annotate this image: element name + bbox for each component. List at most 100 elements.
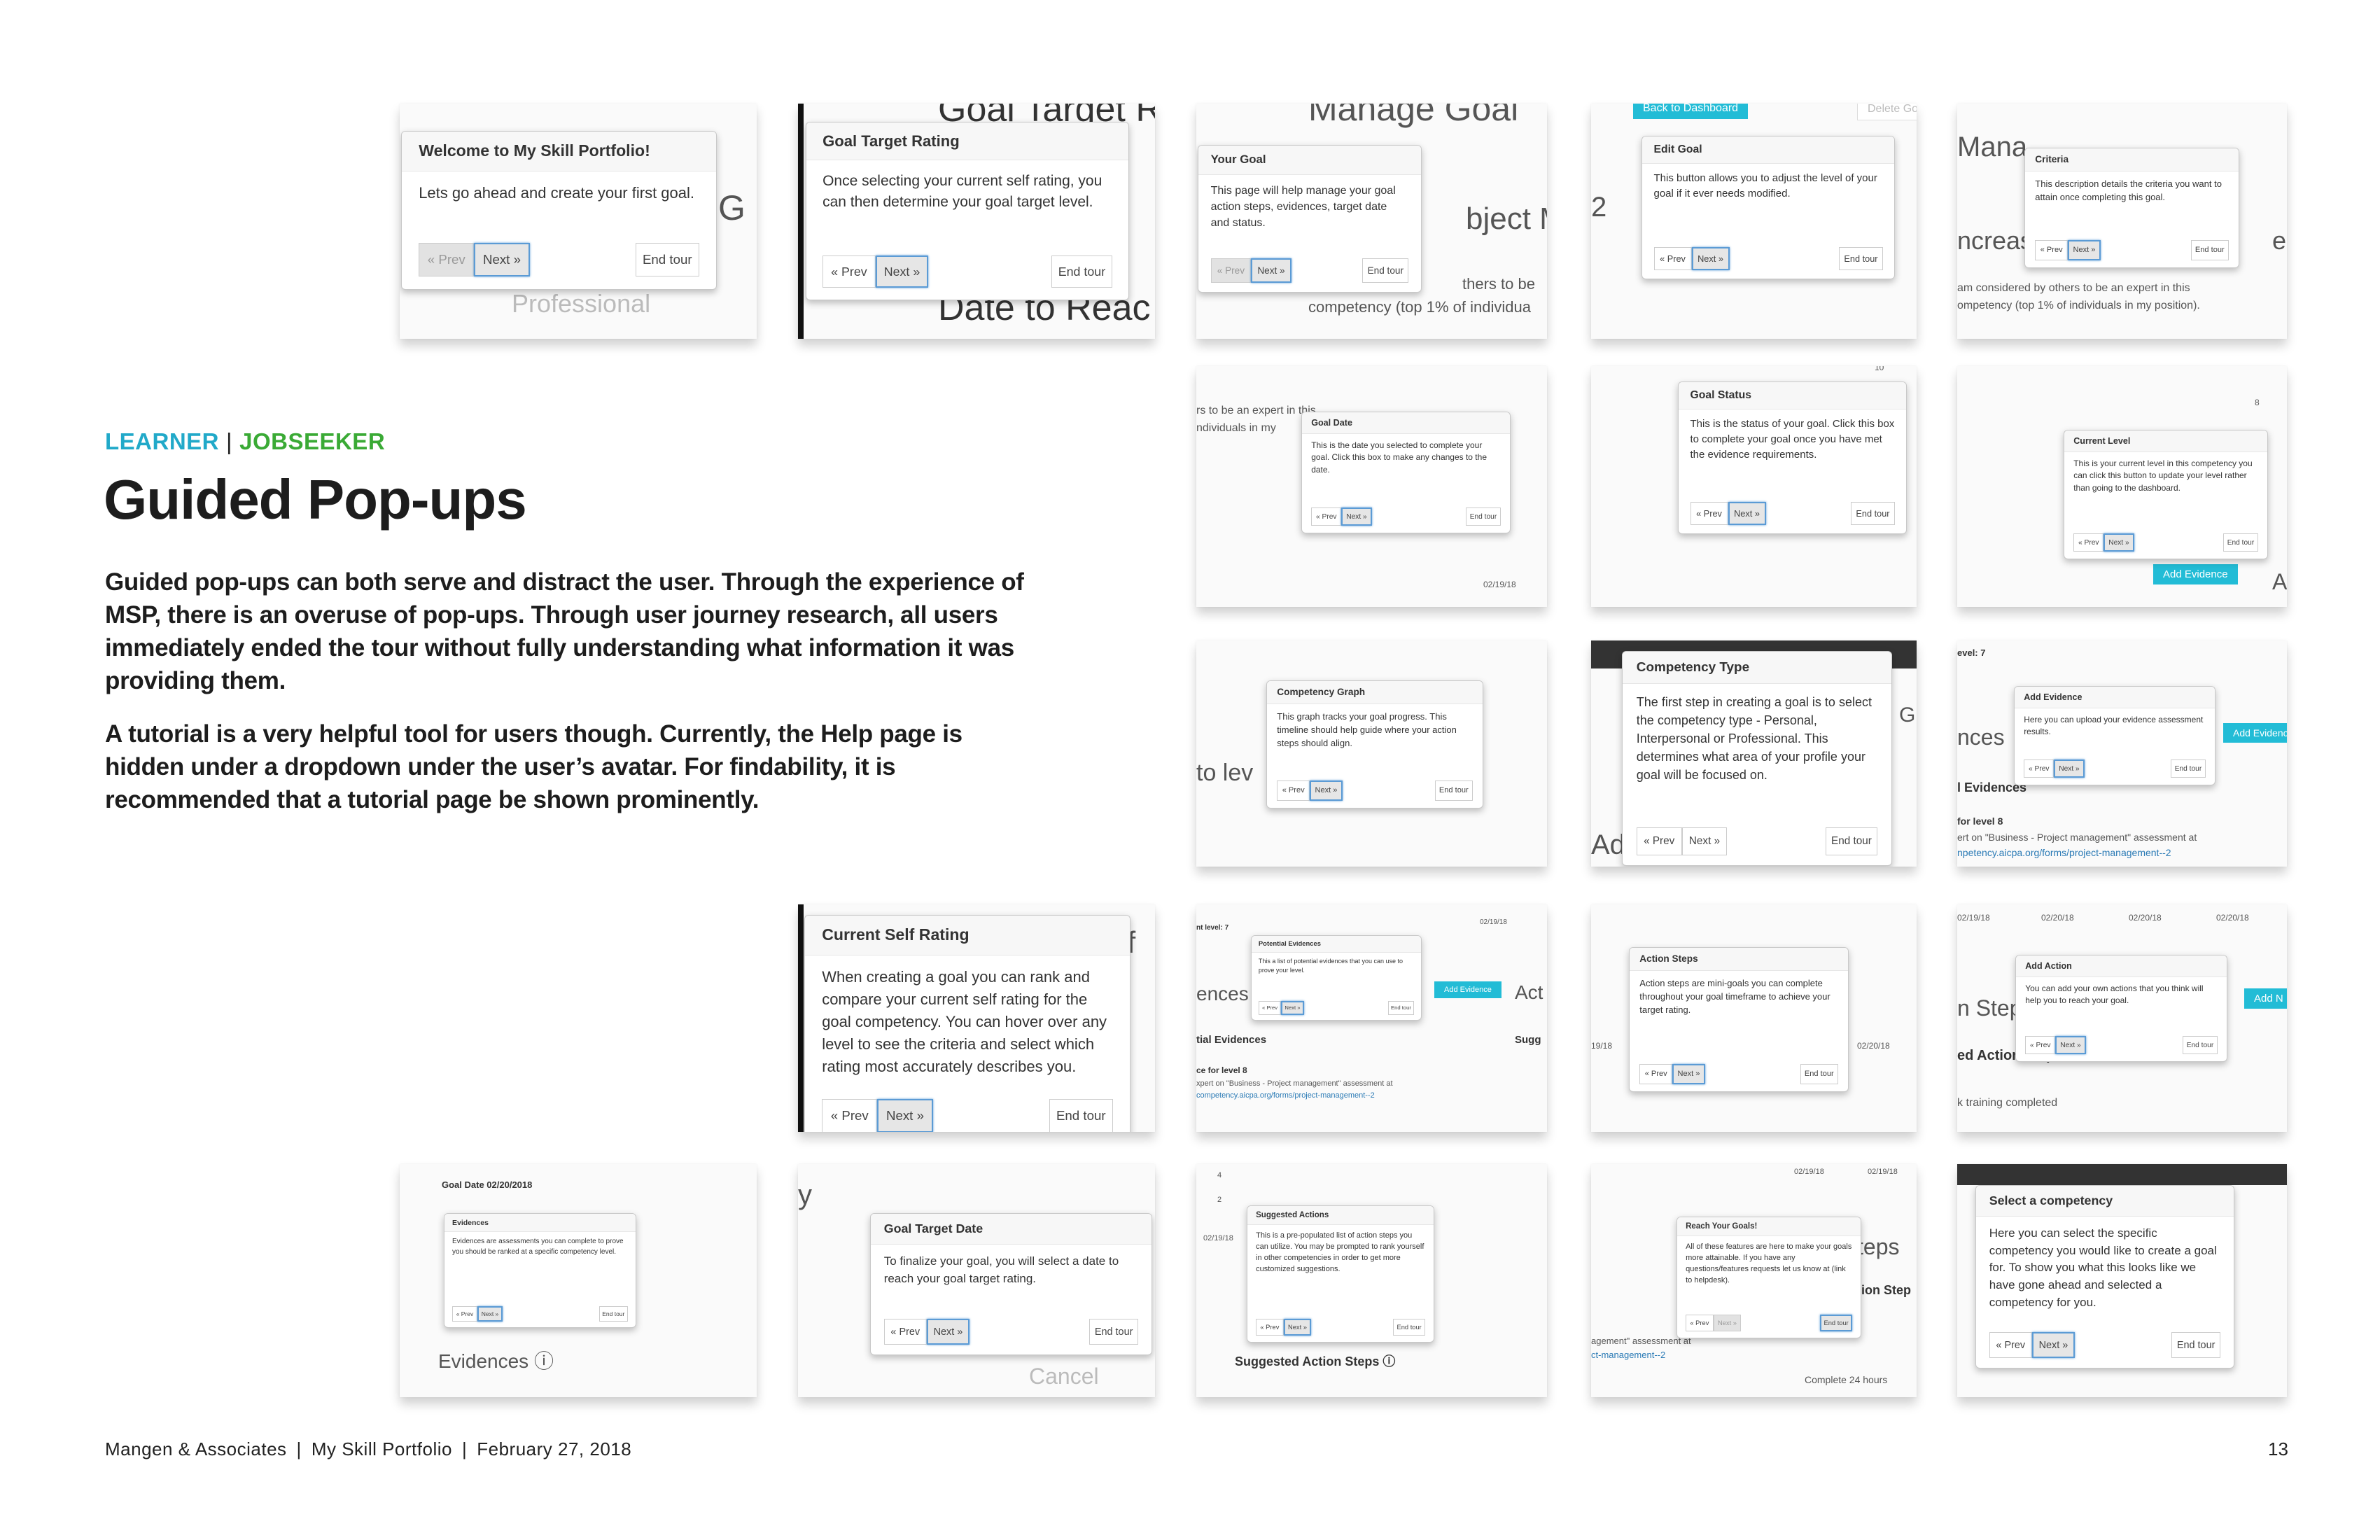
prev-button[interactable]: « Prev (1258, 1001, 1282, 1015)
end-tour-button[interactable]: End tour (1387, 1001, 1415, 1015)
next-button[interactable]: Next » (1310, 780, 1343, 801)
prev-button[interactable]: « Prev (822, 1099, 878, 1132)
prev-button[interactable]: « Prev (2073, 533, 2104, 552)
end-tour-button[interactable]: End tour (1393, 1319, 1425, 1336)
prev-button[interactable]: « Prev (452, 1306, 477, 1322)
prev-next-group: « Prev Next » (1636, 827, 1728, 855)
prev-button[interactable]: « Prev (2024, 760, 2054, 778)
end-tour-button[interactable]: End tour (2223, 533, 2258, 552)
end-tour-button[interactable]: End tour (1362, 258, 1409, 284)
paragraph-2: A tutorial is a very helpful tool for us… (105, 720, 962, 813)
tour-popover: Suggested Actions This is a pre-populated… (1247, 1205, 1434, 1343)
end-tour-button[interactable]: End tour (1434, 780, 1473, 801)
popover-title: Current Self Rating (805, 916, 1130, 955)
end-tour-button[interactable]: End tour (2190, 240, 2229, 260)
end-tour-button[interactable]: End tour (1051, 255, 1112, 288)
background-text: Cancel (1029, 1364, 1099, 1389)
background-text: ndividuals in my (1196, 422, 1276, 434)
prev-button[interactable]: « Prev (1256, 1319, 1284, 1336)
popover-body: This is a pre-populated list of action s… (1256, 1231, 1424, 1273)
prev-button[interactable]: « Prev (419, 243, 475, 277)
popover-title: Goal Date (1302, 412, 1510, 434)
end-tour-button[interactable]: End tour (2171, 760, 2206, 778)
next-button[interactable]: Next » (1341, 507, 1372, 526)
next-button[interactable]: Next » (2055, 1036, 2086, 1055)
end-tour-button[interactable]: End tour (1839, 247, 1883, 270)
prev-button[interactable]: « Prev (1686, 1315, 1714, 1332)
next-button[interactable]: Next » (2054, 760, 2085, 778)
footer-company: Mangen & Associates (105, 1438, 287, 1460)
popover-footer: « Prev Next » End tour (2073, 533, 2258, 552)
tour-popover: Action Steps Action steps are mini-goals … (1629, 947, 1849, 1092)
popover-title: Criteria (2025, 148, 2239, 172)
prev-button[interactable]: « Prev (1690, 502, 1728, 525)
prev-button[interactable]: « Prev (822, 255, 876, 288)
next-button[interactable]: Next » (1672, 1064, 1705, 1084)
next-button[interactable]: Next » (875, 255, 929, 288)
end-tour-button[interactable]: End tour (2171, 1332, 2221, 1359)
next-button[interactable]: Next » (1251, 258, 1292, 284)
outline-button[interactable]: Delete Goal (1857, 104, 1917, 120)
teal-button[interactable]: Add Evidence (1434, 981, 1502, 998)
end-tour-button[interactable]: End tour (1851, 502, 1895, 525)
prev-button[interactable]: « Prev (1210, 258, 1252, 284)
next-button[interactable]: Next » (474, 243, 530, 277)
prev-button[interactable]: « Prev (1636, 827, 1682, 855)
prev-button[interactable]: « Prev (2035, 240, 2068, 260)
end-tour-button[interactable]: End tour (1049, 1099, 1113, 1132)
prev-next-group: « Prev Next » (419, 243, 530, 277)
end-tour-button[interactable]: End tour (1466, 507, 1501, 526)
background-text: ent (2272, 226, 2287, 255)
end-tour-button[interactable]: End tour (1820, 1315, 1852, 1332)
end-tour-button[interactable]: End tour (2183, 1036, 2218, 1055)
next-button[interactable]: Next » (1281, 1001, 1304, 1015)
next-button[interactable]: Next » (1283, 1319, 1312, 1336)
background-text: 02/19/18 (1203, 1234, 1233, 1242)
tour-popover: Welcome to My Skill Portfolio! Lets go ah… (401, 131, 717, 290)
tour-popover: Goal Target Rating Once selecting your cu… (806, 122, 1129, 300)
next-button[interactable]: Next » (2104, 533, 2134, 552)
prev-button[interactable]: « Prev (1311, 507, 1342, 526)
prev-button[interactable]: « Prev (1989, 1332, 2032, 1359)
tour-popover: Add Evidence Here you can upload your evi… (2014, 686, 2216, 785)
next-button[interactable]: Next » (1691, 247, 1730, 270)
teal-button[interactable]: Back to Dashboard (1633, 104, 1749, 119)
prev-button[interactable]: « Prev (1653, 247, 1692, 270)
background-text: ncreas (1957, 226, 2033, 255)
end-tour-button[interactable]: End tour (635, 243, 699, 277)
background-text: G (718, 188, 746, 227)
next-button[interactable]: Next » (1728, 502, 1766, 525)
next-button[interactable]: Next » (1713, 1315, 1742, 1332)
background-text: Evidences ⓘ (438, 1350, 554, 1372)
background-text: 02/19/18 (1483, 580, 1516, 589)
popover-body: Lets go ahead and create your first goal… (419, 183, 694, 202)
end-tour-button[interactable]: End tour (1825, 827, 1878, 855)
prev-button[interactable]: « Prev (883, 1319, 927, 1345)
next-button[interactable]: Next » (2068, 240, 2101, 260)
next-button[interactable]: Next » (2031, 1332, 2076, 1359)
next-button[interactable]: Next » (1681, 827, 1728, 855)
next-button[interactable]: Next » (926, 1319, 970, 1345)
prev-button[interactable]: « Prev (1277, 780, 1310, 801)
end-tour-button[interactable]: End tour (598, 1306, 628, 1322)
popover-title: Competency Graph (1267, 681, 1483, 704)
teal-button[interactable]: Add Evidence (2223, 723, 2287, 743)
app-header-bar (1957, 1164, 2287, 1185)
tour-screenshot: 02/19/18 02/19/18 teps tion Step agement" as… (1591, 1164, 1917, 1397)
end-tour-button[interactable]: End tour (1800, 1064, 1838, 1084)
prev-button[interactable]: « Prev (2025, 1036, 2056, 1055)
tour-popover: Reach Your Goals! All of these features a… (1676, 1217, 1861, 1338)
end-tour-button[interactable]: End tour (1088, 1319, 1139, 1345)
next-button[interactable]: Next » (477, 1306, 503, 1322)
prev-button[interactable]: « Prev (1639, 1064, 1673, 1084)
popover-body: You can add your own actions that you th… (2025, 983, 2204, 1006)
popover-title: Your Goal (1198, 146, 1421, 175)
background-text: 02/19/18 (1957, 913, 1990, 923)
teal-button[interactable]: Add N (2244, 988, 2287, 1009)
background-text: Professional (512, 289, 651, 318)
background-text: am considered by others to be an expert … (1957, 282, 2190, 294)
teal-button[interactable]: Add Evidence (2153, 564, 2238, 584)
tour-popover: Evidences Evidences are assessments you c… (444, 1213, 636, 1328)
popover-footer: « Prev Next » End tour (2025, 1036, 2218, 1055)
next-button[interactable]: Next » (877, 1099, 933, 1132)
